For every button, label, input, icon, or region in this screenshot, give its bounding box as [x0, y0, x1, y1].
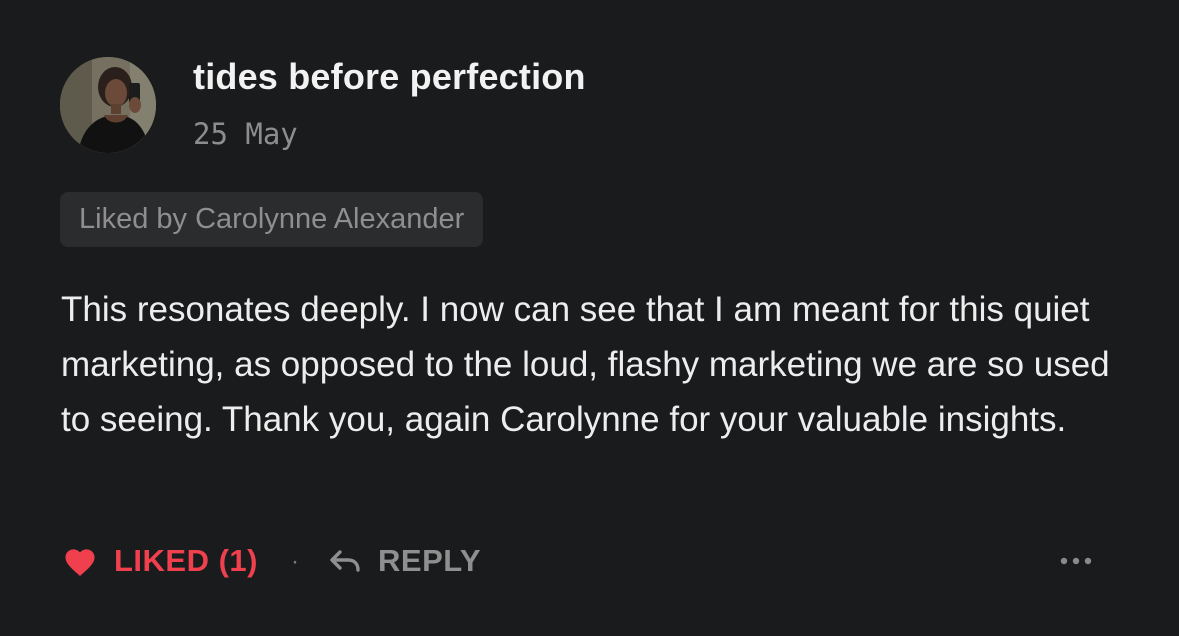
like-button[interactable]: LIKED (1): [62, 538, 258, 584]
like-count-label: LIKED (1): [114, 543, 258, 578]
reply-button[interactable]: REPLY: [328, 538, 481, 584]
liked-by-badge: Liked by Carolynne Alexander: [60, 192, 484, 247]
more-options-button[interactable]: [1056, 549, 1096, 573]
more-horizontal-icon: [1060, 557, 1092, 565]
action-separator: ·: [291, 548, 299, 575]
liked-by-label: Liked by Carolynne Alexander: [79, 203, 465, 235]
post-date: 25 May: [193, 117, 298, 151]
reply-arrow-icon: [330, 550, 360, 572]
comment-body: This resonates deeply. I now can see tha…: [61, 290, 1110, 439]
reply-label: REPLY: [378, 543, 482, 578]
heart-icon: [65, 549, 95, 576]
author-name[interactable]: tides before perfection: [193, 56, 586, 98]
comment-card: tides before perfection 25 May Liked by …: [0, 0, 1179, 636]
author-avatar[interactable]: [60, 57, 156, 153]
comment-actions: LIKED (1) · REPLY: [62, 538, 1122, 584]
avatar-photo: [60, 57, 156, 153]
